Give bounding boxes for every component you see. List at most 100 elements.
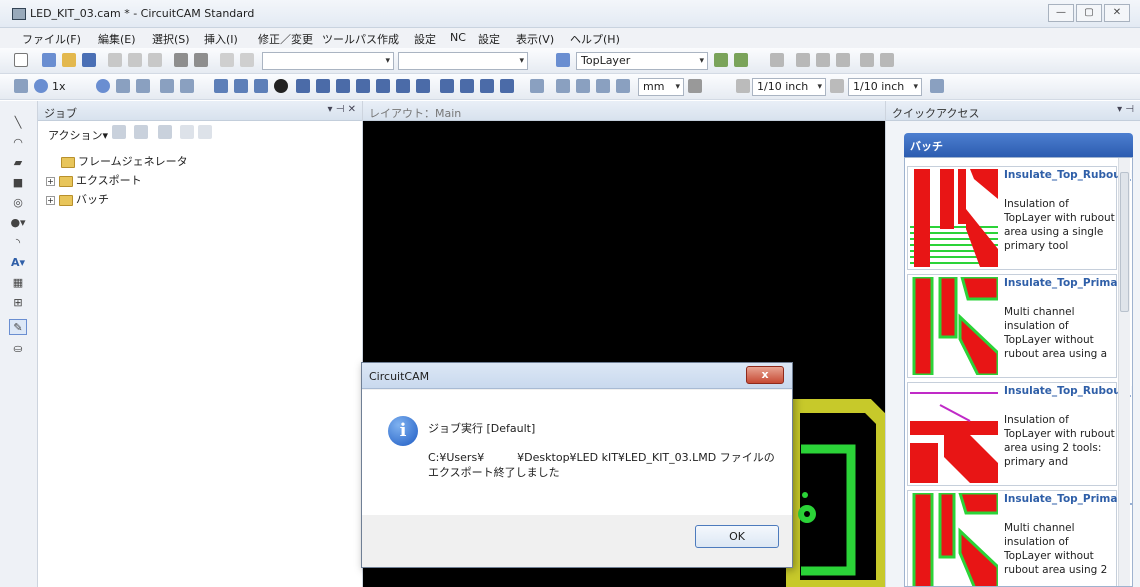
job-panel-controls[interactable]: ▾ ⊣ ✕ [328,104,356,115]
tool-a-icon[interactable] [770,53,784,67]
zoom-all-icon[interactable] [136,79,150,93]
arrow-f-icon[interactable] [396,79,410,93]
menu-nc[interactable]: NC [450,31,466,44]
snap-setting-icon[interactable] [830,79,844,93]
batch-scrollbar[interactable] [1118,158,1130,586]
arrow-e-icon[interactable] [376,79,390,93]
menu-toolpath[interactable]: ツールパス作成 [322,31,399,47]
select-2-icon[interactable] [234,79,248,93]
zoom-window-icon[interactable] [116,79,130,93]
job-run-icon[interactable] [134,125,148,139]
open-folder-icon[interactable] [62,53,76,67]
grid-combo[interactable]: 1/10 inch ▾ [752,78,826,96]
undo-icon[interactable] [220,53,234,67]
menu-view[interactable]: 表示(V) [516,31,554,47]
batch-section-header[interactable]: バッチ [904,133,1133,157]
snap-combo[interactable]: 1/10 inch ▾ [848,78,922,96]
menu-select[interactable]: 選択(S) [152,31,190,47]
snap-toggle-icon[interactable] [930,79,944,93]
action-menu-button[interactable]: アクション▾ [48,127,108,143]
minimize-button[interactable]: — [1048,4,1074,22]
batch-card[interactable]: Insulate_Top_Rubout_Big_Primary Insulati… [907,382,1132,486]
scrollbar-thumb[interactable] [1120,172,1129,312]
dimension-2-icon[interactable] [556,79,570,93]
menu-insert[interactable]: 挿入(I) [204,31,238,47]
pan-icon[interactable] [160,79,174,93]
zoom-in-icon[interactable] [96,79,110,93]
menu-modify[interactable]: 修正／変更 [258,31,313,47]
save-disk-icon[interactable] [82,53,96,67]
maximize-button[interactable]: ▢ [1076,4,1102,22]
arrow-h-icon[interactable] [440,79,454,93]
arrow-c-icon[interactable] [336,79,350,93]
batch-card[interactable]: Insulate_Top_Primary_Small Multi channel… [907,490,1132,586]
tool-c-icon[interactable] [816,53,830,67]
arrow-b-icon[interactable] [316,79,330,93]
tool-d-icon[interactable] [836,53,850,67]
contrast-icon[interactable] [274,79,288,93]
select-3-icon[interactable] [254,79,268,93]
job-up-icon[interactable] [180,125,194,139]
menu-settings[interactable]: 設定 [414,31,436,47]
refresh-icon[interactable] [180,79,194,93]
polygon-tool-icon[interactable]: ▰ [9,155,27,171]
arc-tool-icon[interactable]: ◠ [9,135,27,151]
grid-icon[interactable] [14,79,28,93]
tool-b-icon[interactable] [796,53,810,67]
tree-expander[interactable]: + [46,195,55,205]
layer-tool-icon[interactable] [714,53,728,67]
cut-icon[interactable] [108,53,122,67]
redo-icon[interactable] [240,53,254,67]
layer-tool-2-icon[interactable] [734,53,748,67]
tree-item-batch[interactable]: + バッチ [46,191,109,209]
grid-setting-icon[interactable] [736,79,750,93]
tool-f-icon[interactable] [880,53,894,67]
arrow-k-icon[interactable] [500,79,514,93]
unit-combo[interactable]: mm ▾ [638,78,684,96]
circle-tool-icon[interactable]: ●▾ [9,215,27,231]
paste-icon[interactable] [148,53,162,67]
dimension-icon[interactable] [530,79,544,93]
route-tool-icon[interactable]: ✎ [9,319,27,335]
new-file-icon[interactable] [14,53,28,67]
copy-icon[interactable] [128,53,142,67]
job-new-icon[interactable] [112,125,126,139]
pattern-tool-icon[interactable]: ▦ [9,275,27,291]
arrow-a-icon[interactable] [296,79,310,93]
print-preview-icon[interactable] [194,53,208,67]
rectangle-tool-icon[interactable]: ■ [9,175,27,191]
angle-icon[interactable] [616,79,630,93]
decimal-icon[interactable] [688,79,702,93]
save-icon[interactable] [42,53,56,67]
curve-tool-icon[interactable]: ◝ [9,235,27,251]
pad-tool-icon[interactable]: ◎ [9,195,27,211]
zoom-icon[interactable] [34,79,48,93]
layer-icon[interactable] [556,53,570,67]
menu-file[interactable]: ファイル(F) [22,31,81,47]
dimension-3-icon[interactable] [576,79,590,93]
menu-edit[interactable]: 編集(E) [98,31,136,47]
close-button[interactable]: ✕ [1104,4,1130,22]
line-tool-icon[interactable]: ╲ [9,115,27,131]
tree-item-export[interactable]: + エクスポート [46,172,142,190]
menu-help[interactable]: ヘルプ(H) [570,31,620,47]
menu-settings-2[interactable]: 設定 [478,31,500,47]
command-combo[interactable]: ▾ [262,52,394,70]
fill-tool-icon[interactable]: ⛀ [9,341,27,357]
dimension-4-icon[interactable] [596,79,610,93]
layer-combo[interactable]: TopLayer ▾ [576,52,708,70]
arrow-g-icon[interactable] [416,79,430,93]
filter-combo[interactable]: ▾ [398,52,528,70]
text-tool-icon[interactable]: A▾ [9,255,27,271]
job-down-icon[interactable] [198,125,212,139]
quick-panel-controls[interactable]: ▾ ⊣ [1117,104,1134,115]
tool-e-icon[interactable] [860,53,874,67]
arrow-j-icon[interactable] [480,79,494,93]
tree-expander[interactable]: + [46,176,55,186]
select-icon[interactable] [214,79,228,93]
batch-card[interactable]: Insulate_Top_Rubout_Primary Insulation o… [907,166,1132,270]
job-delete-icon[interactable] [158,125,172,139]
component-tool-icon[interactable]: ⊞ [9,295,27,311]
tree-item-frame-generator[interactable]: フレームジェネレータ [48,153,188,171]
dialog-close-button[interactable]: x [746,366,784,384]
